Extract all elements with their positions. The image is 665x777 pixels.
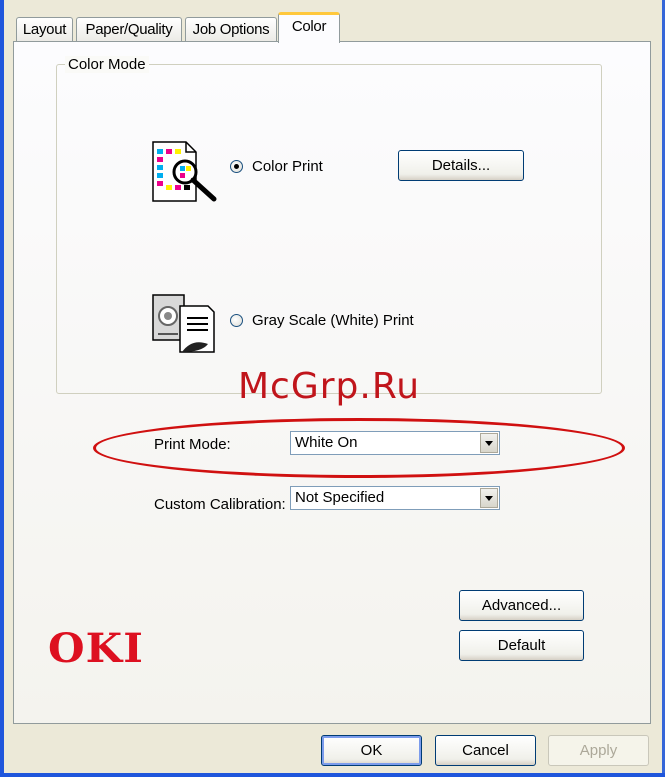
color-print-icon [152, 141, 218, 203]
color-mode-group-label: Color Mode [65, 56, 149, 73]
color-print-radio[interactable] [230, 160, 243, 173]
chevron-down-icon[interactable] [480, 433, 498, 453]
custom-calibration-select[interactable]: Not Specified [290, 486, 500, 510]
watermark-text: McGrp.Ru [238, 366, 421, 407]
tab-paper-quality[interactable]: Paper/Quality [76, 17, 182, 41]
default-button[interactable]: Default [459, 630, 584, 661]
chevron-down-icon[interactable] [480, 488, 498, 508]
gray-scale-print-icon [152, 294, 218, 356]
tab-job-options[interactable]: Job Options [185, 17, 277, 41]
oki-logo: OKI [48, 625, 144, 672]
gray-scale-label[interactable]: Gray Scale (White) Print [252, 312, 414, 329]
custom-calibration-label: Custom Calibration: [154, 496, 286, 513]
gray-scale-radio[interactable] [230, 314, 243, 327]
print-mode-label: Print Mode: [154, 436, 231, 453]
ok-button[interactable]: OK [321, 735, 422, 766]
tab-color[interactable]: Color [278, 12, 340, 43]
details-button[interactable]: Details... [398, 150, 524, 181]
custom-calibration-value: Not Specified [295, 489, 385, 506]
print-mode-value: White On [295, 434, 358, 451]
tab-layout[interactable]: Layout [16, 17, 73, 41]
window-frame-left [0, 0, 4, 777]
window-frame-bottom [0, 773, 665, 777]
advanced-button[interactable]: Advanced... [459, 590, 584, 621]
cancel-button[interactable]: Cancel [435, 735, 536, 766]
print-mode-select[interactable]: White On [290, 431, 500, 455]
color-mode-group [56, 64, 602, 394]
apply-button: Apply [548, 735, 649, 766]
color-print-label[interactable]: Color Print [252, 158, 323, 175]
